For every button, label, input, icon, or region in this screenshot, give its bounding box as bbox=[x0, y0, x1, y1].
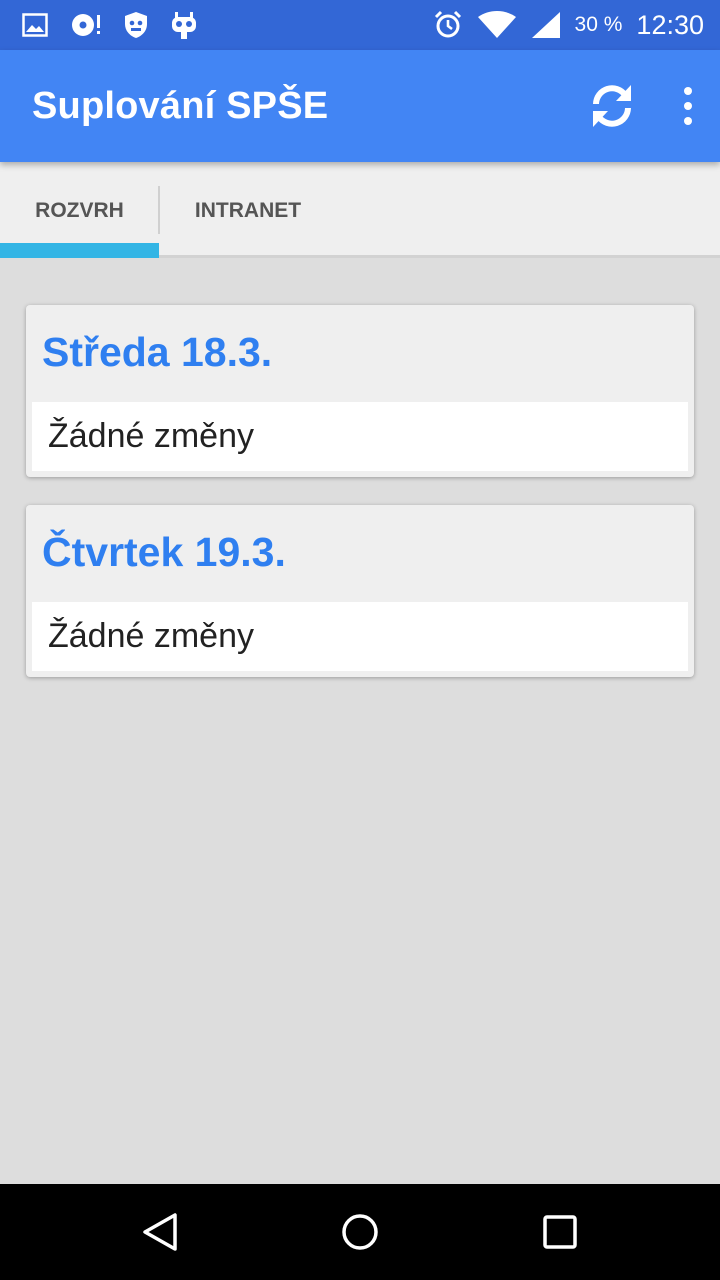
home-button[interactable] bbox=[326, 1198, 394, 1266]
overflow-menu-button[interactable] bbox=[678, 78, 698, 134]
status-bar: 30 % 12:30 bbox=[0, 0, 720, 50]
app-bar: Suplování SPŠE bbox=[0, 50, 720, 162]
day-card-title: Středa 18.3. bbox=[42, 329, 273, 375]
recent-apps-icon bbox=[543, 1215, 577, 1249]
refresh-icon bbox=[593, 85, 631, 127]
status-notification-icons bbox=[22, 10, 198, 40]
home-icon bbox=[342, 1214, 378, 1250]
tab-bar: ROZVRH INTRANET bbox=[0, 162, 720, 258]
day-card-title: Čtvrtek 19.3. bbox=[42, 529, 286, 575]
tab-intranet[interactable]: INTRANET bbox=[160, 162, 336, 258]
overflow-dot bbox=[684, 102, 692, 110]
day-card-body: Žádné změny bbox=[32, 602, 688, 671]
back-button[interactable] bbox=[126, 1198, 194, 1266]
wifi-icon bbox=[477, 11, 517, 39]
signal-icon bbox=[531, 11, 561, 39]
refresh-button[interactable] bbox=[584, 78, 640, 134]
cyanogen-icon bbox=[170, 10, 198, 40]
navigation-bar bbox=[0, 1184, 720, 1280]
alarm-icon bbox=[433, 10, 463, 40]
battery-percentage: 30 % bbox=[574, 13, 623, 36]
day-card[interactable]: Čtvrtek 19.3. Žádné změny bbox=[26, 505, 694, 677]
recent-apps-button[interactable] bbox=[526, 1198, 594, 1266]
tab-selected-indicator bbox=[0, 243, 159, 258]
overflow-dot bbox=[684, 87, 692, 95]
image-icon bbox=[22, 13, 48, 37]
app-bar-actions bbox=[584, 78, 692, 134]
day-card[interactable]: Středa 18.3. Žádné změny bbox=[26, 305, 694, 477]
overflow-dot bbox=[684, 117, 692, 125]
day-card-body: Žádné změny bbox=[32, 402, 688, 471]
clock: 12:30 bbox=[636, 9, 704, 40]
shield-icon bbox=[124, 11, 148, 39]
app-title: Suplování SPŠE bbox=[32, 84, 329, 127]
status-system-icons: 30 % 12:30 bbox=[433, 10, 704, 41]
download-icon bbox=[70, 11, 102, 39]
back-icon bbox=[143, 1213, 177, 1251]
